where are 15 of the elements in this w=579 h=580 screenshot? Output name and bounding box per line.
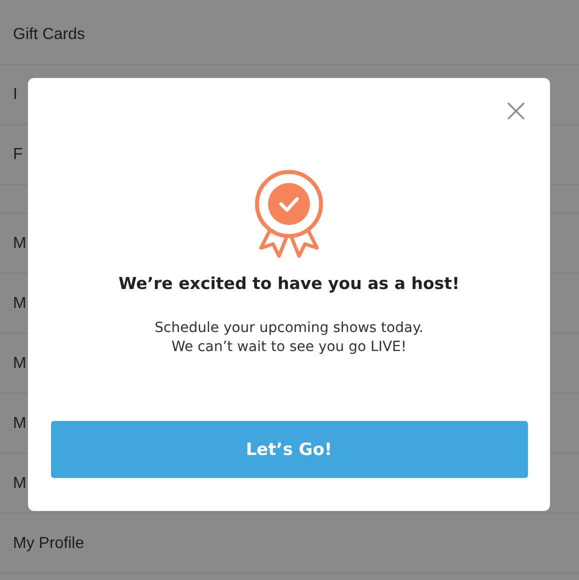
menu-item[interactable]: My Profile xyxy=(13,534,84,552)
dialog-message: Schedule your upcoming shows today. xyxy=(154,319,424,338)
menu-item[interactable]: M xyxy=(13,294,26,312)
close-icon[interactable] xyxy=(506,101,526,121)
lets-go-button[interactable]: Let’s Go! xyxy=(50,421,528,478)
menu-item[interactable]: I xyxy=(13,86,18,104)
menu-item[interactable]: M xyxy=(13,474,26,492)
award-ribbon-icon xyxy=(253,168,325,260)
dialog-message: We can’t wait to see you go LIVE! xyxy=(171,338,406,357)
dialog-title: We’re excited to have you as a host! xyxy=(118,274,460,293)
menu-item[interactable]: F xyxy=(13,146,23,164)
menu-item[interactable]: M xyxy=(13,354,26,372)
menu-item[interactable]: M xyxy=(13,414,26,432)
menu-item[interactable]: Gift Cards xyxy=(13,26,86,44)
menu-item[interactable]: M xyxy=(13,234,26,252)
